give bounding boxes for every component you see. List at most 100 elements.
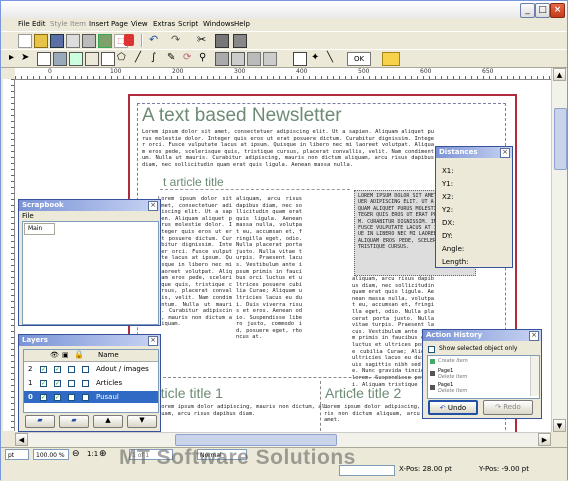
undo-icon[interactable]: ↶ — [149, 34, 161, 46]
tab-main[interactable]: Main — [24, 223, 55, 235]
layer-row[interactable]: 1 ✓ ✓ Articles — [24, 377, 158, 389]
freehand-icon[interactable]: ✎ — [167, 52, 179, 64]
history-list[interactable]: Create Item Page1 Delete Item Page1 Dele… — [427, 355, 540, 399]
layer-print-checkbox[interactable]: ✓ — [54, 394, 61, 401]
shape-icon[interactable] — [101, 52, 115, 66]
line-icon[interactable]: ╱ — [135, 52, 147, 64]
vertical-ruler[interactable] — [3, 79, 15, 431]
ok-button[interactable]: OK — [347, 52, 371, 66]
link-frames-icon[interactable] — [247, 52, 261, 66]
distances-palette[interactable]: Distances × X1: Y1: X2: Y2: DX: DY: Angl… — [435, 146, 513, 268]
copy-icon[interactable] — [215, 34, 229, 48]
history-item[interactable]: Page1 Delete Item — [429, 382, 524, 395]
select-tool-icon[interactable]: ▸ — [9, 52, 21, 64]
layers-palette[interactable]: Layers × 👁 ▣ 🔒 Name 2 ✓ ✓ Adout / images… — [18, 334, 161, 432]
add-layer-button[interactable]: ▰ — [25, 415, 55, 428]
title-bar[interactable]: _ □ × — [1, 1, 567, 18]
redo-button[interactable]: ↷ Redo — [483, 400, 533, 415]
intro-text-frame[interactable]: Lorem ipsum dolor sit amet, consectetuer… — [142, 129, 434, 169]
layer-visible-checkbox[interactable]: ✓ — [40, 366, 47, 373]
layers-table[interactable]: 👁 ▣ 🔒 Name 2 ✓ ✓ Adout / images 1 ✓ ✓ Ar… — [23, 349, 159, 413]
scroll-thumb[interactable] — [175, 434, 337, 446]
menu-style[interactable]: Style — [48, 18, 70, 30]
pdf-icon[interactable] — [124, 34, 134, 46]
layers-title[interactable]: Layers — [19, 335, 160, 346]
layer-print-checkbox[interactable]: ✓ — [54, 366, 61, 373]
close-document-icon[interactable] — [66, 34, 80, 48]
zoom-icon[interactable]: ⚲ — [199, 52, 211, 64]
vertical-scrollbar[interactable]: ▲ ▼ — [551, 68, 567, 432]
raise-layer-button[interactable]: ▲ — [93, 415, 123, 428]
lower-layer-button[interactable]: ▼ — [127, 415, 157, 428]
open-folder-icon[interactable] — [34, 34, 48, 48]
history-scrollbar[interactable] — [530, 356, 539, 396]
layer-lock-checkbox[interactable] — [68, 366, 75, 373]
scrapbook-title[interactable]: Scrapbook — [19, 200, 160, 211]
delete-layer-button[interactable]: ▰ — [59, 415, 89, 428]
menu-script[interactable]: Script — [176, 18, 200, 30]
layer-visible-checkbox[interactable]: ✓ — [40, 394, 47, 401]
save-icon[interactable] — [50, 34, 64, 48]
layer-lock-checkbox[interactable] — [68, 380, 75, 387]
layer-print-checkbox[interactable]: ✓ — [54, 380, 61, 387]
scrapbook-palette[interactable]: Scrapbook × File Main — [18, 199, 161, 326]
zoom-ratio[interactable]: 1:1 — [87, 449, 98, 460]
scrapbook-area[interactable]: Main — [22, 221, 159, 325]
copy-properties-icon[interactable]: ✦ — [311, 52, 323, 64]
eyedropper-icon[interactable]: ╲ — [327, 52, 339, 64]
close-icon[interactable]: × — [148, 201, 158, 211]
menu-item[interactable]: Item — [68, 18, 88, 30]
action-history-palette[interactable]: Action History × Show selected object on… — [422, 329, 542, 419]
measure-icon[interactable] — [293, 52, 307, 66]
zoom-in-icon[interactable]: ⊕ — [99, 449, 111, 460]
article-3-text[interactable]: Lorem ipsum dolor adipiscing, mauris non… — [324, 404, 434, 432]
article-1-column-2[interactable]: aliquam, arcu risus dapibus diam, nec so… — [236, 196, 302, 371]
menu-extras[interactable]: Extras — [151, 18, 177, 30]
menu-edit[interactable]: Edit — [30, 18, 48, 30]
minimize-button[interactable]: _ — [520, 3, 535, 18]
layer-flow-checkbox[interactable] — [82, 380, 89, 387]
edit-text-icon[interactable] — [231, 52, 245, 66]
horizontal-scrollbar[interactable]: ◀ ▶ — [15, 432, 551, 447]
preflight-icon[interactable] — [98, 34, 112, 48]
scroll-thumb[interactable] — [554, 108, 567, 170]
layer-name[interactable]: Articles — [96, 379, 122, 387]
text-frame-icon[interactable] — [37, 52, 51, 66]
history-item[interactable]: Create Item — [429, 357, 524, 367]
article-1-column-1[interactable]: Lorem ipsum dolor sit amet, consectetuer… — [158, 196, 232, 371]
select-arrow-icon[interactable]: ➤ — [21, 52, 33, 64]
undo-button[interactable]: ↶ Undo — [428, 400, 478, 415]
layer-row[interactable]: 2 ✓ ✓ Adout / images — [24, 363, 158, 375]
close-button[interactable]: × — [550, 3, 565, 18]
zoom-out-icon[interactable]: ⊖ — [72, 449, 84, 460]
scroll-left-button[interactable]: ◀ — [15, 433, 28, 446]
paste-icon[interactable] — [233, 34, 247, 48]
scroll-up-button[interactable]: ▲ — [553, 68, 566, 81]
newsletter-headline[interactable]: A text based Newsletter — [142, 105, 502, 127]
table-icon[interactable] — [85, 52, 99, 66]
new-document-icon[interactable] — [18, 34, 32, 48]
layer-row-selected[interactable]: 0 ✓ ✓ Pusaul — [24, 391, 158, 403]
layer-flow-checkbox[interactable] — [82, 366, 89, 373]
menu-help[interactable]: Help — [232, 18, 252, 30]
cut-icon[interactable]: ✂ — [197, 34, 209, 46]
layer-name[interactable]: Pusaul — [96, 393, 119, 401]
edit-contents-icon[interactable] — [215, 52, 229, 66]
zoom-field[interactable]: 100.00 % — [33, 449, 69, 460]
unlink-frames-icon[interactable] — [263, 52, 277, 66]
menu-view[interactable]: View — [129, 18, 150, 30]
polygon-icon[interactable]: ⬠ — [117, 52, 129, 64]
layer-visible-checkbox[interactable]: ✓ — [40, 380, 47, 387]
image-frame-icon[interactable] — [53, 52, 67, 66]
render-frame-icon[interactable] — [69, 52, 83, 66]
selected-only-checkbox[interactable] — [428, 346, 435, 353]
menu-page[interactable]: Page — [109, 18, 130, 30]
layer-name[interactable]: Adout / images — [96, 365, 149, 373]
close-icon[interactable]: × — [500, 148, 510, 158]
layer-lock-checkbox[interactable] — [68, 394, 75, 401]
bezier-icon[interactable]: ∫ — [151, 52, 163, 64]
menu-insert[interactable]: Insert — [87, 18, 111, 30]
article-2-text[interactable]: Lorem ipsum dolor adipiscing, mauris non… — [158, 404, 328, 432]
article-1-title[interactable]: t article title — [163, 175, 343, 189]
scroll-down-button[interactable]: ▼ — [553, 419, 566, 432]
